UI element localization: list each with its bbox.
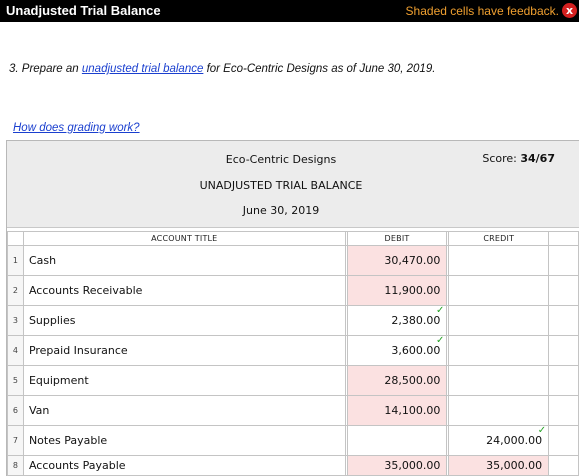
row-number: 3 <box>7 305 24 336</box>
credit-input[interactable] <box>448 245 550 276</box>
debit-input[interactable]: 28,500.00 <box>346 365 448 396</box>
worksheet-header: Eco-Centric Designs UNADJUSTED TRIAL BAL… <box>7 141 579 228</box>
row-number: 2 <box>7 275 24 306</box>
account-title-input[interactable]: Van <box>22 395 346 426</box>
debit-value: 2,380.00 <box>391 314 441 327</box>
trailing-header <box>548 231 579 246</box>
window-title: Unadjusted Trial Balance <box>6 3 161 18</box>
credit-input[interactable]: 35,000.00 <box>448 455 550 476</box>
company-name: Eco-Centric Designs <box>225 153 337 166</box>
debit-value: 3,600.00 <box>391 344 441 357</box>
credit-input[interactable]: ✓ 24,000.00 <box>448 425 550 456</box>
debit-input[interactable]: 35,000.00 <box>346 455 448 476</box>
report-date: June 30, 2019 <box>242 204 320 217</box>
check-mark-icon: ✓ <box>537 425 547 436</box>
trailing-cell <box>548 365 579 396</box>
account-title-input[interactable]: Supplies <box>22 305 346 336</box>
row-number: 6 <box>7 395 24 426</box>
table-row: 6 Van 14,100.00 <box>7 395 579 426</box>
debit-input[interactable]: 30,470.00 <box>346 245 448 276</box>
debit-input[interactable]: 14,100.00 <box>346 395 448 426</box>
table-header-row: ACCOUNT TITLE DEBIT CREDIT <box>7 231 579 246</box>
debit-input[interactable]: 11,900.00 <box>346 275 448 306</box>
window-titlebar: Unadjusted Trial Balance Shaded cells ha… <box>0 0 579 22</box>
debit-input[interactable]: ✓ 3,600.00 <box>346 335 448 366</box>
question-suffix: for Eco-Centric Designs as of June 30, 2… <box>203 63 436 75</box>
score-value: 34/67 <box>520 152 555 165</box>
debit-header: DEBIT <box>346 231 448 246</box>
check-mark-icon: ✓ <box>436 305 445 316</box>
trailing-cell <box>548 245 579 276</box>
report-title: UNADJUSTED TRIAL BALANCE <box>199 179 363 192</box>
credit-input[interactable] <box>448 395 550 426</box>
debit-input[interactable] <box>346 425 448 456</box>
row-number: 4 <box>7 335 24 366</box>
unadjusted-trial-balance-link[interactable]: unadjusted trial balance <box>82 63 203 75</box>
account-title-input[interactable]: Accounts Receivable <box>22 275 346 306</box>
account-title-header: ACCOUNT TITLE <box>22 231 346 246</box>
account-title-input[interactable]: Cash <box>22 245 346 276</box>
score-display: Score: 34/67 <box>482 152 555 165</box>
account-title-input[interactable]: Equipment <box>22 365 346 396</box>
trailing-cell <box>548 425 579 456</box>
credit-header: CREDIT <box>448 231 550 246</box>
grading-help-link[interactable]: How does grading work? <box>13 122 140 134</box>
feedback-note: Shaded cells have feedback. <box>405 4 559 18</box>
trailing-cell <box>548 455 579 476</box>
table-row: 3 Supplies ✓ 2,380.00 <box>7 305 579 336</box>
debit-input[interactable]: ✓ 2,380.00 <box>346 305 448 336</box>
table-row: 8 Accounts Payable 35,000.00 35,000.00 <box>7 455 579 476</box>
table-row: 4 Prepaid Insurance ✓ 3,600.00 <box>7 335 579 366</box>
trailing-cell <box>548 395 579 426</box>
account-title-input[interactable]: Prepaid Insurance <box>22 335 346 366</box>
question-text: 3. Prepare an unadjusted trial balance f… <box>9 63 435 75</box>
check-mark-icon: ✓ <box>436 335 445 346</box>
trailing-cell <box>548 275 579 306</box>
question-prefix: 3. Prepare an <box>9 63 82 75</box>
account-title-input[interactable]: Accounts Payable <box>22 455 346 476</box>
credit-value: 24,000.00 <box>486 434 543 447</box>
row-number-header <box>7 231 24 246</box>
score-label: Score: <box>482 152 517 165</box>
table-row: 5 Equipment 28,500.00 <box>7 365 579 396</box>
credit-input[interactable] <box>448 275 550 306</box>
row-number: 8 <box>7 455 24 476</box>
trial-balance-worksheet: Eco-Centric Designs UNADJUSTED TRIAL BAL… <box>6 140 579 476</box>
table-row: 1 Cash 30,470.00 <box>7 245 579 276</box>
table-row: 7 Notes Payable ✓ 24,000.00 <box>7 425 579 456</box>
table-row: 2 Accounts Receivable 11,900.00 <box>7 275 579 306</box>
credit-input[interactable] <box>448 305 550 336</box>
trailing-cell <box>548 305 579 336</box>
trailing-cell <box>548 335 579 366</box>
credit-input[interactable] <box>448 365 550 396</box>
credit-input[interactable] <box>448 335 550 366</box>
trial-balance-table: ACCOUNT TITLE DEBIT CREDIT 1 Cash 30,470… <box>7 231 579 476</box>
row-number: 5 <box>7 365 24 396</box>
account-title-input[interactable]: Notes Payable <box>22 425 346 456</box>
close-icon[interactable]: x <box>562 3 577 18</box>
row-number: 7 <box>7 425 24 456</box>
row-number: 1 <box>7 245 24 276</box>
